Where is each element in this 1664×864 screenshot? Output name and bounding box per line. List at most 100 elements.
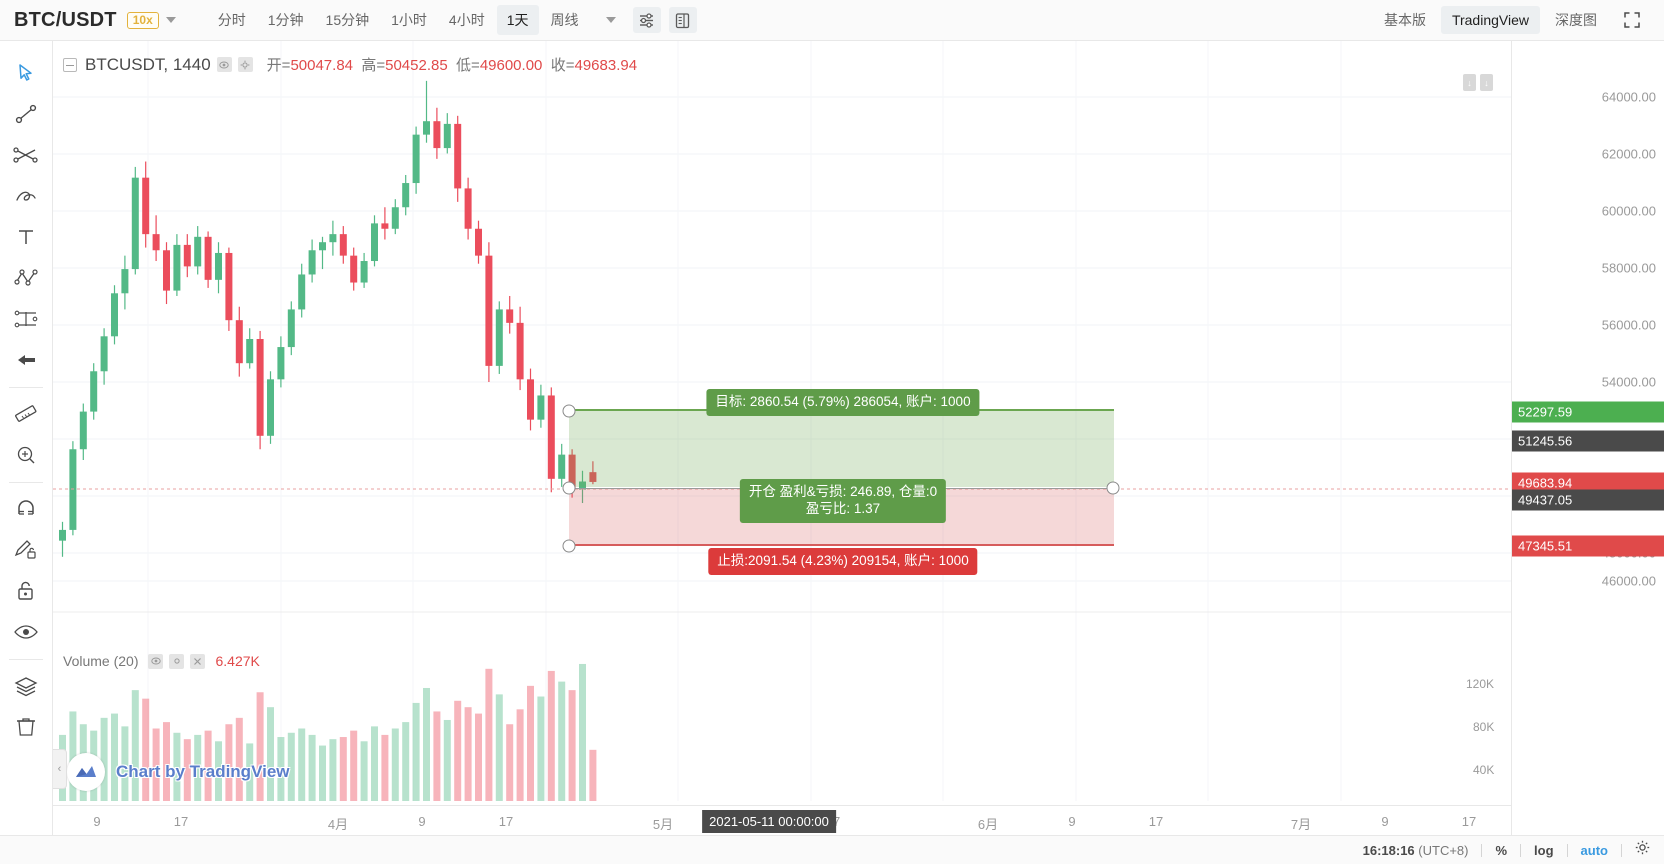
lock-icon[interactable] xyxy=(6,571,46,611)
gear-icon[interactable] xyxy=(169,653,185,669)
clock-timezone: (UTC+8) xyxy=(1418,842,1469,858)
eye-icon[interactable] xyxy=(6,612,46,652)
download-icon[interactable]: ↓ xyxy=(1463,74,1476,91)
high-label: 高= xyxy=(361,57,386,74)
chart-settings-gear-icon[interactable] xyxy=(1635,840,1650,860)
gear-icon[interactable] xyxy=(237,57,253,72)
timeframe-1w[interactable]: 周线 xyxy=(541,5,589,35)
eye-toggle-icon[interactable] xyxy=(216,57,232,72)
ohlc-values: 开=50047.84 高=50452.85 低=49600.00 收=49683… xyxy=(267,54,637,75)
time-tick: 7月 xyxy=(1290,817,1312,832)
fullscreen-icon[interactable] xyxy=(1618,7,1646,33)
time-tick: 17 xyxy=(498,814,514,829)
chevron-down-icon[interactable] xyxy=(165,17,176,23)
layout-panel-icon[interactable] xyxy=(668,7,697,33)
tradingview-chart-page: BTC/USDT 10x 分时 1分钟 15分钟 1小时 4小时 1天 周线 基… xyxy=(0,0,1664,864)
auto-scale-button[interactable]: auto xyxy=(1581,843,1608,858)
time-tick: 4月 xyxy=(327,817,349,832)
high-value: 50452.85 xyxy=(385,57,448,74)
view-basic[interactable]: 基本版 xyxy=(1373,4,1437,36)
target-handle[interactable] xyxy=(562,404,576,418)
timeframe-1m[interactable]: 1分钟 xyxy=(258,5,314,35)
price-tick: 60000.00 xyxy=(1601,203,1656,219)
trend-line-icon[interactable] xyxy=(6,94,46,134)
arrow-left-icon[interactable] xyxy=(6,340,46,380)
leverage-badge[interactable]: 10x xyxy=(126,11,159,29)
percent-scale-button[interactable]: % xyxy=(1495,843,1507,858)
profit-zone[interactable] xyxy=(569,409,1114,487)
collapse-panel-button[interactable]: ‹ xyxy=(53,749,67,789)
status-bar: 16:18:16 (UTC+8) % log auto xyxy=(0,835,1664,864)
legend-download-buttons: ↓ ↓ xyxy=(1463,74,1493,91)
close-icon[interactable] xyxy=(190,653,206,669)
time-tick: 9 xyxy=(418,814,426,829)
crosshair-time-tooltip: 2021-05-11 00:00:00 xyxy=(702,810,836,833)
close-value: 49683.94 xyxy=(574,57,638,74)
divider xyxy=(1566,843,1568,857)
price-tick: 58000.00 xyxy=(1601,260,1656,276)
stop-label[interactable]: 止损:2091.54 (4.23%) 209154, 账户: 1000 xyxy=(708,548,978,575)
entry-handle-left[interactable] xyxy=(562,481,576,495)
timeframe-more-chevron-icon[interactable] xyxy=(597,7,625,33)
brush-icon[interactable] xyxy=(6,176,46,216)
pattern-icon[interactable] xyxy=(6,258,46,298)
close-label: 收= xyxy=(550,57,575,74)
symbol-title[interactable]: BTC/USDT xyxy=(14,9,117,32)
log-scale-button[interactable]: log xyxy=(1534,843,1554,858)
view-tradingview[interactable]: TradingView xyxy=(1440,6,1540,34)
open-value: 50047.84 xyxy=(290,57,354,74)
toolbar-divider xyxy=(9,659,43,660)
eye-toggle-icon[interactable] xyxy=(148,653,164,669)
timeframe-15m[interactable]: 15分钟 xyxy=(316,5,380,35)
toolbar-divider xyxy=(9,482,43,483)
entry-handle-right[interactable] xyxy=(1106,481,1120,495)
entry-label-line2: 盈亏比: 1.37 xyxy=(805,500,881,516)
clock-time: 16:18:16 xyxy=(1362,842,1415,858)
entry-label[interactable]: 开仓 盈利&亏损: 246.89, 仓量:0 盈亏比: 1.37 xyxy=(739,479,947,523)
cursor-arrow-icon[interactable] xyxy=(6,53,46,93)
download-icon[interactable]: ↓ xyxy=(1480,74,1493,91)
ruler-icon[interactable] xyxy=(6,394,46,434)
watermark-text: Chart by TradingView xyxy=(116,762,290,781)
timeframe-4h[interactable]: 4小时 xyxy=(439,5,495,35)
timeframe-1d[interactable]: 1天 xyxy=(496,5,539,35)
legend-title: BTCUSDT, 1440 xyxy=(85,54,211,74)
divider xyxy=(1481,843,1483,857)
volume-tick-40k: 40K xyxy=(1473,763,1495,777)
timeframe-1h[interactable]: 1小时 xyxy=(381,5,437,35)
time-tick: 6月 xyxy=(977,817,999,832)
timeframe-list: 分时 1分钟 15分钟 1小时 4小时 1天 周线 xyxy=(208,5,697,35)
trash-icon[interactable] xyxy=(6,707,46,747)
stop-handle[interactable] xyxy=(562,539,576,553)
time-tick: 9 xyxy=(1068,814,1076,829)
view-depth[interactable]: 深度图 xyxy=(1544,4,1608,36)
pencil-lock-icon[interactable] xyxy=(6,530,46,570)
drawing-toolbar xyxy=(0,41,53,864)
magnifier-plus-icon[interactable] xyxy=(6,435,46,475)
price-tick: 54000.00 xyxy=(1601,374,1656,390)
indicators-settings-icon[interactable] xyxy=(632,7,661,33)
candlestick-series xyxy=(59,80,597,557)
collapse-legend-icon[interactable] xyxy=(63,57,77,72)
target-label[interactable]: 目标: 2860.54 (5.79%) 286054, 账户: 1000 xyxy=(706,389,980,416)
time-tick: 9 xyxy=(1381,814,1389,829)
volume-value: 6.427K xyxy=(215,653,260,669)
time-tick: 17 xyxy=(1461,814,1477,829)
time-tick: 17 xyxy=(173,814,189,829)
pitchfork-icon[interactable] xyxy=(6,135,46,175)
text-icon[interactable] xyxy=(6,217,46,257)
magnet-icon[interactable] xyxy=(6,489,46,529)
low-value: 49600.00 xyxy=(479,57,543,74)
time-tick: 17 xyxy=(1148,814,1164,829)
price-axis[interactable]: 64000.00 62000.00 60000.00 58000.00 5600… xyxy=(1511,41,1664,864)
time-axis[interactable]: 9 17 4月 9 17 5月 17 6月 9 17 7月 9 17 2021-… xyxy=(53,805,1511,835)
volume-legend: Volume (20) 6.427K xyxy=(63,653,260,669)
entry-label-line1: 开仓 盈利&亏损: 246.89, 仓量:0 xyxy=(748,484,938,499)
timeframe-fenshi[interactable]: 分时 xyxy=(208,5,256,35)
chart-canvas[interactable]: BTCUSDT, 1440 开=50047.84 高=50452.85 低=49… xyxy=(53,41,1511,864)
open-label: 开= xyxy=(266,57,291,74)
layers-icon[interactable] xyxy=(6,666,46,706)
divider xyxy=(1621,843,1622,857)
long-position-icon[interactable] xyxy=(6,299,46,339)
time-tick: 9 xyxy=(93,814,101,829)
